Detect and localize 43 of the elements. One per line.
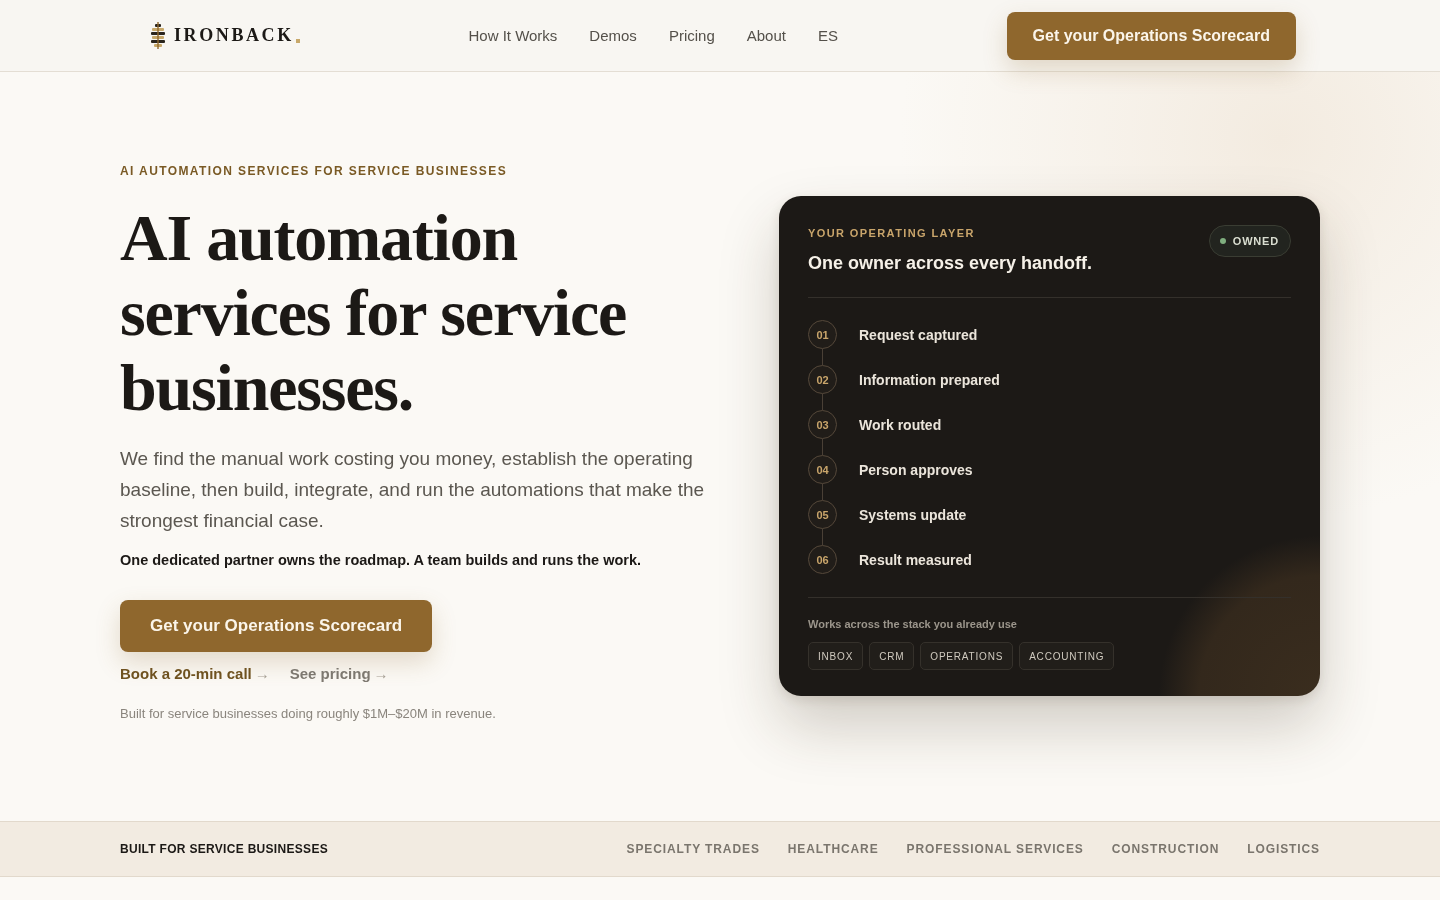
scorecard-button[interactable]: Get your Operations Scorecard [120, 600, 433, 652]
nav-link[interactable]: About [746, 27, 786, 44]
logo[interactable]: IRONBACK [150, 22, 300, 49]
hero-description: We find the manual work costing you money, establish the operating baseline, then build, integrate, and run the automations that make the strongest financial case. [120, 447, 706, 533]
step-label: Result measured [859, 551, 972, 568]
nav-link[interactable]: ES [817, 27, 838, 44]
logo-text: IRONBACK [174, 25, 294, 46]
industry-item: PROFESSIONAL SERVICES [906, 842, 1084, 856]
badge-label: OWNED [1232, 235, 1279, 247]
step-label: Systems update [859, 506, 967, 523]
hero-emphasis: One dedicated partner owns the roadmap. A team builds and runs the work. [120, 551, 642, 570]
nav-link[interactable]: Pricing [668, 27, 715, 44]
step-number: 02 [808, 365, 837, 394]
card-title: One owner across every handoff. [808, 253, 1093, 274]
hero-title: AI automation services for service businesses. [120, 200, 628, 425]
step-label: Request captured [859, 326, 978, 343]
nav-link[interactable]: Demos [589, 27, 637, 44]
industries-label: BUILT FOR SERVICE BUSINESSES [120, 842, 328, 856]
stacked-bars-icon [150, 22, 166, 49]
scorecard-button[interactable]: Get your Operations Scorecard [1006, 11, 1296, 60]
step-number: 05 [808, 500, 837, 529]
stack-tag: ACCOUNTING [1019, 642, 1115, 670]
industry-item: SPECIALTY TRADES [626, 842, 760, 856]
step-label: Person approves [859, 461, 973, 478]
step-number: 06 [808, 545, 837, 574]
card-eyebrow: YOUR OPERATING LAYER [808, 226, 976, 240]
industry-item: LOGISTICS [1247, 842, 1320, 856]
step-label: Work routed [859, 416, 942, 433]
nav-link[interactable]: How It Works [468, 27, 558, 44]
step-number: 01 [808, 320, 837, 349]
stack-tag: OPERATIONS [920, 642, 1014, 670]
hero-eyebrow: AI AUTOMATION SERVICES FOR SERVICE BUSINESSES [120, 164, 508, 178]
step-label: Information prepared [859, 371, 1000, 388]
book-call-link[interactable]: Book a 20-min call → [120, 665, 270, 682]
stack-caption: Works across the stack you already use [808, 618, 1018, 630]
stack-tag: CRM [869, 642, 915, 670]
stack-tag: INBOX [808, 642, 864, 670]
step-number: 03 [808, 410, 837, 439]
industry-item: CONSTRUCTION [1111, 842, 1220, 856]
step-number: 04 [808, 455, 837, 484]
industry-item: HEALTHCARE [787, 842, 879, 856]
hero-note: Built for service businesses doing roughly $1M–$20M in revenue. [120, 706, 496, 721]
pricing-link[interactable]: See pricing → [289, 665, 389, 682]
